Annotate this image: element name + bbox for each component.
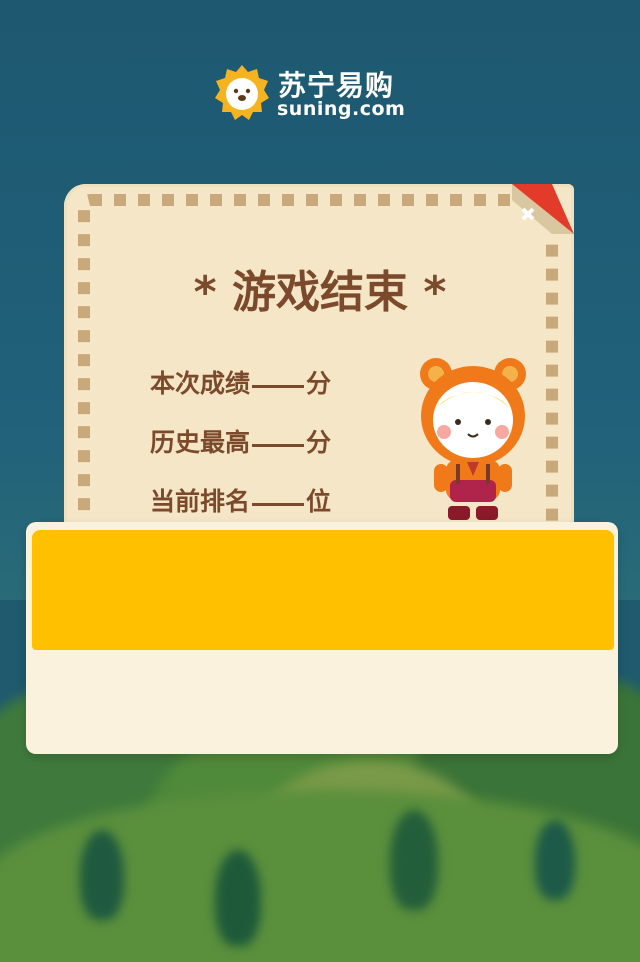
current-score-label: 本次成绩 <box>150 369 251 398</box>
rank-label: 当前排名 <box>150 487 251 516</box>
rank-unit: 位 <box>306 487 332 516</box>
rank-value <box>252 503 305 506</box>
dialog-title: * 游戏结束 * <box>193 267 447 318</box>
brand-logo: 苏宁易购 suning.com <box>214 62 410 122</box>
close-icon[interactable] <box>514 200 542 228</box>
lion-logo-icon <box>215 65 269 120</box>
best-score-row: 历史最高 分 <box>150 423 331 459</box>
best-score-label: 历史最高 <box>150 428 251 457</box>
current-score-row: 本次成绩 分 <box>150 364 331 400</box>
current-score-unit: 分 <box>306 369 332 398</box>
brand-name-en: suning.com <box>277 98 406 120</box>
rank-row: 当前排名 位 <box>150 482 331 518</box>
mascot-bear <box>420 358 526 520</box>
bottom-panel-banner <box>32 530 614 650</box>
current-score-value <box>252 385 305 388</box>
best-score-unit: 分 <box>306 428 332 457</box>
best-score-value <box>252 444 305 447</box>
